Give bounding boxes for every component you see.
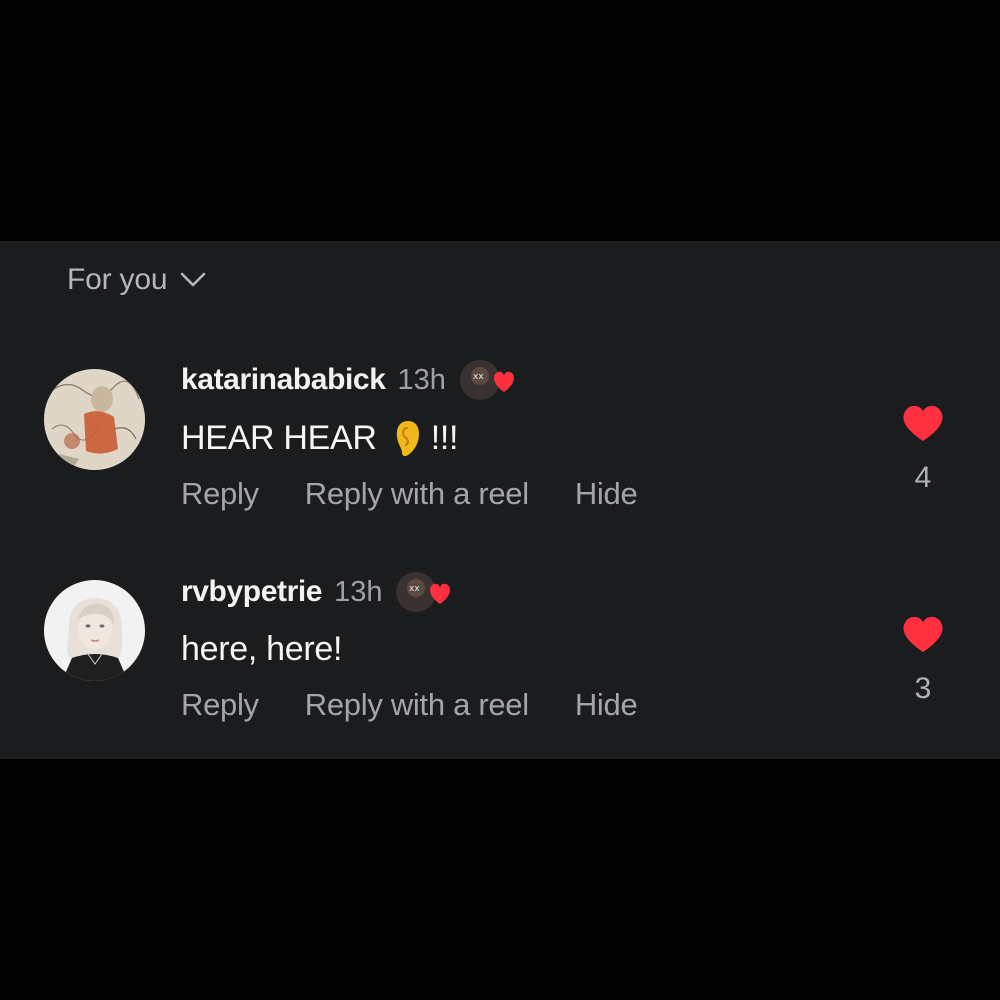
timestamp: 13h [334,575,383,608]
heart-filled-icon [903,405,943,441]
username[interactable]: rvbypetrie [181,575,322,609]
comment-text: HEAR HEAR !!! [181,418,458,458]
heart-filled-icon [903,616,943,652]
avatar[interactable] [44,369,145,470]
reply-with-reel-button[interactable]: Reply with a reel [305,687,529,723]
reply-with-reel-button[interactable]: Reply with a reel [305,476,529,512]
svg-text:xx: xx [409,584,420,594]
comment-header: katarinababick 13h xx [181,360,520,400]
comment-text-main: HEAR HEAR [181,418,377,457]
timestamp: 13h [397,363,446,396]
avatar-image [44,580,145,681]
comment-actions: Reply Reply with a reel Hide [181,687,638,723]
reply-button[interactable]: Reply [181,476,259,512]
like-count: 3 [914,672,932,705]
avatar-image [44,369,145,470]
sort-label: For you [67,263,168,296]
chevron-down-icon [181,272,206,287]
like-button[interactable] [898,403,948,448]
comment-text-suffix: !!! [430,418,459,457]
liked-by-creator-badge: xx [458,358,520,402]
comment-header: rvbypetrie 13h xx [181,572,456,612]
reply-button[interactable]: Reply [181,687,259,723]
like-count: 4 [914,461,932,494]
sort-dropdown[interactable]: For you [67,263,207,297]
hide-button[interactable]: Hide [575,476,638,512]
comment-text: here, here! [181,630,343,668]
ear-icon [396,421,419,457]
svg-text:xx: xx [473,372,484,382]
hide-button[interactable]: Hide [575,687,638,723]
like-button[interactable] [898,614,948,659]
comment-actions: Reply Reply with a reel Hide [181,476,638,512]
liked-by-creator-badge: xx [394,570,456,614]
avatar[interactable] [44,580,145,681]
username[interactable]: katarinababick [181,363,386,397]
